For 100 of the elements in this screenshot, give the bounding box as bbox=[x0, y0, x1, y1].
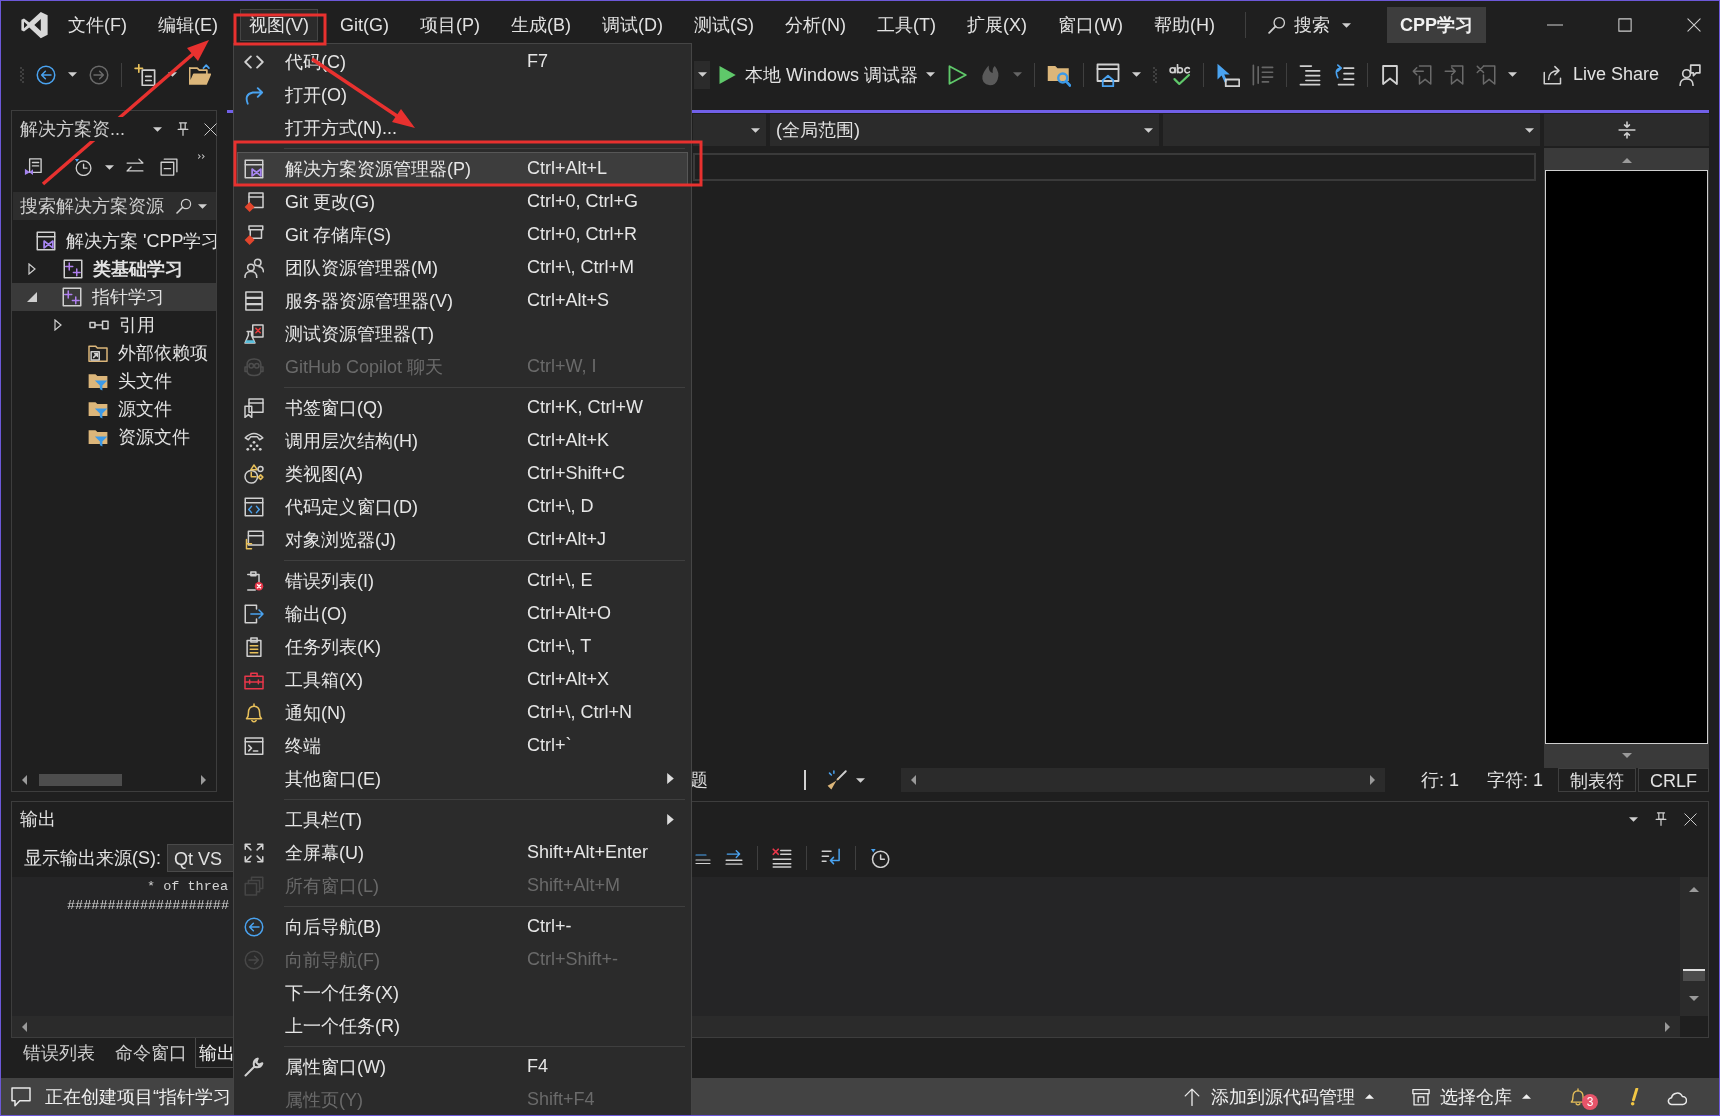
clock-icon[interactable] bbox=[870, 848, 890, 868]
caret-right-icon[interactable] bbox=[28, 263, 36, 275]
menu-item[interactable]: 打开(O) bbox=[237, 78, 688, 111]
caret-right-icon[interactable] bbox=[54, 319, 62, 331]
forward-arrow-circle-icon[interactable] bbox=[89, 64, 109, 85]
dropdown[interactable] bbox=[694, 60, 710, 89]
menu-item[interactable]: Git 存储库(S) Ctrl+0, Ctrl+R bbox=[237, 218, 688, 251]
tree-item[interactable]: 指针学习 bbox=[12, 283, 216, 311]
dropdown[interactable] bbox=[693, 114, 766, 146]
cursor-icon[interactable] bbox=[1216, 62, 1241, 87]
menu-item[interactable]: 书签窗口(Q) Ctrl+K, Ctrl+W bbox=[237, 391, 688, 424]
scroll-left-icon[interactable] bbox=[22, 775, 27, 785]
menu-bar-item[interactable]: 工具(T) bbox=[869, 10, 944, 40]
menu-bar-item[interactable]: 测试(S) bbox=[686, 10, 762, 40]
menu-item[interactable]: 团队资源管理器(M) Ctrl+\, Ctrl+M bbox=[237, 251, 688, 284]
menu-bar-item[interactable]: 帮助(H) bbox=[1145, 10, 1223, 40]
menu-item[interactable]: 向后导航(B) Ctrl+- bbox=[237, 910, 688, 943]
live-share-button[interactable]: Live Share bbox=[1543, 64, 1660, 85]
caret-icon[interactable] bbox=[68, 72, 77, 77]
repository-button[interactable]: 选择仓库 bbox=[1412, 1084, 1531, 1109]
line-ending[interactable]: CRLF bbox=[1638, 768, 1709, 792]
bell-icon[interactable] bbox=[1569, 1087, 1587, 1106]
menu-item[interactable]: 测试资源管理器(T) bbox=[237, 317, 688, 350]
grip-icon[interactable] bbox=[20, 65, 24, 84]
scrollbar-thumb[interactable] bbox=[39, 774, 122, 786]
window-home-icon[interactable] bbox=[1096, 62, 1121, 87]
menu-item[interactable]: Git 更改(G) Ctrl+0, Ctrl+G bbox=[237, 185, 688, 218]
tree-item[interactable]: 引用 bbox=[12, 311, 216, 339]
maximize-icon[interactable] bbox=[1618, 18, 1632, 32]
broom-icon[interactable] bbox=[826, 770, 847, 790]
caret-icon[interactable] bbox=[1508, 72, 1518, 77]
menu-bar-item[interactable]: 编辑(E) bbox=[150, 10, 226, 40]
menu-bar-item[interactable]: 项目(P) bbox=[412, 10, 488, 40]
menu-item[interactable]: 调用层次结构(H) Ctrl+Alt+K bbox=[237, 424, 688, 457]
panel-tab[interactable]: 输出 bbox=[195, 1038, 236, 1068]
menu-item[interactable]: 其他窗口(E) bbox=[237, 762, 688, 795]
menu-bar-item[interactable]: 文件(F) bbox=[60, 10, 135, 40]
caret-icon[interactable] bbox=[168, 72, 177, 77]
scroll-up-icon[interactable] bbox=[1621, 158, 1632, 163]
close-icon[interactable] bbox=[1687, 18, 1701, 32]
play-outline-icon[interactable] bbox=[947, 64, 968, 85]
pin-icon[interactable] bbox=[1654, 812, 1668, 826]
clock-icon[interactable] bbox=[74, 158, 92, 176]
scroll-right-icon[interactable] bbox=[201, 775, 206, 785]
spell-check-icon[interactable] bbox=[1169, 63, 1192, 86]
caret-icon[interactable] bbox=[855, 777, 865, 783]
document-logo-icon[interactable] bbox=[24, 158, 42, 176]
menu-item[interactable]: 全屏幕(U) Shift+Alt+Enter bbox=[237, 836, 688, 869]
menu-item[interactable]: 打开方式(N)... bbox=[237, 111, 688, 144]
debug-target-button[interactable]: 本地 Windows 调试器 bbox=[717, 62, 936, 87]
menu-item[interactable]: 错误列表(I) Ctrl+\, E bbox=[237, 564, 688, 597]
tree-item[interactable]: 外部依赖项 bbox=[12, 339, 216, 367]
bookmark-x-icon[interactable] bbox=[1476, 64, 1497, 85]
horizontal-scrollbar[interactable] bbox=[900, 768, 1385, 792]
caret-icon[interactable] bbox=[153, 126, 162, 132]
scope-dropdown[interactable]: (全局范围) bbox=[770, 114, 1159, 146]
menu-item[interactable]: 代码定义窗口(D) Ctrl+\, D bbox=[237, 490, 688, 523]
menu-item[interactable]: 终端 Ctrl+` bbox=[237, 729, 688, 762]
close-icon[interactable] bbox=[1684, 812, 1697, 826]
tree-item[interactable]: 资源文件 bbox=[12, 423, 216, 451]
folder-icon[interactable] bbox=[189, 63, 211, 86]
chat-bubble-icon[interactable] bbox=[11, 1086, 31, 1107]
search-button[interactable]: 搜索 bbox=[1267, 13, 1351, 37]
menu-item[interactable]: 通知(N) Ctrl+\, Ctrl+N bbox=[237, 696, 688, 729]
bookmark-right-arrow-icon[interactable] bbox=[1444, 64, 1465, 85]
menu-bar-item[interactable]: Git(G) bbox=[332, 10, 397, 40]
source-dropdown[interactable]: Qt VS bbox=[167, 844, 233, 872]
menu-item[interactable]: 工具箱(X) Ctrl+Alt+X bbox=[237, 663, 688, 696]
collapse-icon[interactable] bbox=[160, 158, 178, 176]
menu-item[interactable]: 解决方案资源管理器(P) Ctrl+Alt+L bbox=[237, 152, 688, 185]
sparkle-document-icon[interactable] bbox=[134, 63, 156, 86]
grip-icon[interactable] bbox=[1153, 65, 1158, 84]
tree-item[interactable]: 解决方案 'CPP学习 bbox=[12, 227, 216, 255]
tree-item[interactable]: 源文件 bbox=[12, 395, 216, 423]
bookmark-icon[interactable] bbox=[1380, 64, 1401, 85]
scroll-left-icon[interactable] bbox=[910, 775, 916, 785]
menu-bar-item[interactable]: 生成(B) bbox=[503, 10, 579, 40]
back-arrow-circle-icon[interactable] bbox=[36, 64, 56, 85]
menu-item[interactable]: 任务列表(K) Ctrl+\, T bbox=[237, 630, 688, 663]
pin-icon[interactable] bbox=[176, 122, 190, 136]
menu-item[interactable]: 输出(O) Ctrl+Alt+O bbox=[237, 597, 688, 630]
scroll-down-icon[interactable] bbox=[1621, 753, 1632, 758]
menu-item[interactable]: 对象浏览器(J) Ctrl+Alt+J bbox=[237, 523, 688, 556]
chevron-icon[interactable] bbox=[198, 154, 205, 159]
search-field[interactable]: 搜索解决方案资源 bbox=[13, 192, 216, 220]
scroll-up-icon[interactable] bbox=[1689, 887, 1699, 892]
menu-bar-item[interactable]: 分析(N) bbox=[777, 10, 854, 40]
bookmark-left-arrow-icon[interactable] bbox=[1412, 64, 1433, 85]
scroll-right-icon[interactable] bbox=[1665, 1021, 1670, 1032]
scroll-down-icon[interactable] bbox=[1689, 996, 1699, 1001]
menu-item[interactable]: 工具栏(T) bbox=[237, 803, 688, 836]
menu-item[interactable]: 下一个任务(X) bbox=[237, 976, 688, 1009]
caret-icon[interactable] bbox=[1629, 816, 1638, 822]
lines-x-icon[interactable] bbox=[772, 848, 792, 868]
caret-icon[interactable] bbox=[1132, 72, 1142, 77]
scroll-right-icon[interactable] bbox=[1369, 775, 1375, 785]
menu-bar-item[interactable]: 窗口(W) bbox=[1049, 10, 1131, 40]
menu-item[interactable]: 类视图(A) Ctrl+Shift+C bbox=[237, 457, 688, 490]
caret-down-icon[interactable] bbox=[27, 292, 37, 302]
menu-bar-item[interactable]: 调试(D) bbox=[594, 10, 671, 40]
